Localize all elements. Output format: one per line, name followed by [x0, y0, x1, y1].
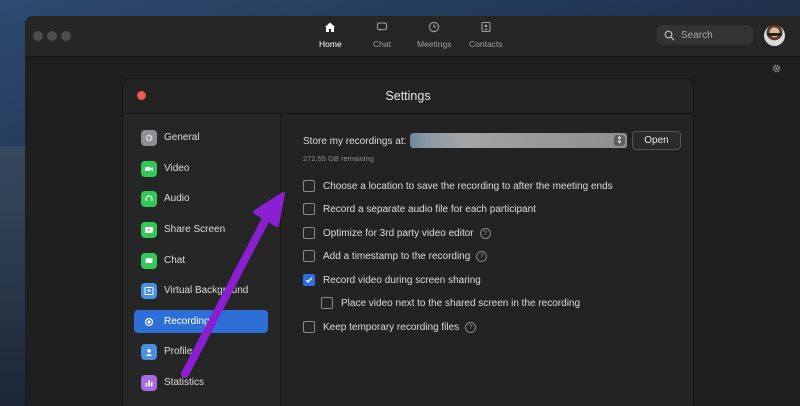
- chevron-updown-icon: ▴ ▾: [614, 134, 625, 146]
- headphones-icon: [141, 190, 157, 207]
- zoom-main-window: Home Chat Meetings Contacts Search Setti…: [25, 16, 800, 406]
- record-icon: [141, 313, 157, 330]
- store-recordings-label: Store my recordings at:: [303, 136, 407, 147]
- recording-option[interactable]: Optimize for 3rd party video editor?: [303, 226, 491, 240]
- person-background-icon: [141, 282, 157, 299]
- checkbox[interactable]: [303, 321, 315, 333]
- settings-gear-icon[interactable]: [771, 63, 782, 74]
- nav-home-label: Home: [319, 39, 342, 49]
- sidebar-item-label: General: [164, 132, 200, 143]
- chat-bubble-icon: [141, 252, 157, 269]
- clock-icon: [427, 20, 441, 34]
- avatar[interactable]: [764, 25, 785, 46]
- search-icon: [664, 30, 675, 40]
- nav-home[interactable]: Home: [319, 20, 342, 49]
- nav-chat-label: Chat: [373, 39, 391, 49]
- profile-icon: [141, 343, 157, 360]
- nav-meetings-label: Meetings: [417, 39, 452, 49]
- storage-remaining: 272.55 GB remaining: [303, 154, 374, 163]
- sidebar-item-label: Audio: [164, 193, 190, 204]
- minimize-window-button[interactable]: [47, 31, 57, 41]
- home-icon: [323, 20, 337, 34]
- search-input[interactable]: Search: [657, 25, 753, 45]
- recording-option-label: Optimize for 3rd party video editor: [323, 227, 474, 239]
- recording-option[interactable]: Add a timestamp to the recording?: [303, 249, 488, 263]
- recording-panel: Store my recordings at: ▴ ▾ Open 272.55 G…: [281, 114, 693, 406]
- sidebar-item-label: Profile: [164, 346, 193, 357]
- title-bar: Home Chat Meetings Contacts Search: [25, 16, 800, 57]
- sidebar-item-label: Chat: [164, 255, 186, 266]
- recording-option[interactable]: Choose a location to save the recording …: [303, 179, 613, 193]
- nav-contacts[interactable]: Contacts: [469, 20, 503, 49]
- sidebar-item-label: Virtual Background: [164, 285, 249, 296]
- checkbox[interactable]: [303, 180, 315, 192]
- sidebar-item-audio[interactable]: Audio: [134, 187, 268, 210]
- sidebar-item-profile[interactable]: Profile: [134, 340, 268, 363]
- recording-option[interactable]: Record video during screen sharing: [303, 273, 481, 287]
- sidebar-item-general[interactable]: General: [134, 126, 268, 149]
- recording-option[interactable]: Record a separate audio file for each pa…: [303, 202, 536, 216]
- sidebar-item-chat[interactable]: Chat: [134, 249, 268, 272]
- recording-option-label: Choose a location to save the recording …: [323, 180, 613, 192]
- checkmark-icon: [305, 277, 313, 284]
- nav-chat[interactable]: Chat: [373, 20, 391, 49]
- close-window-button[interactable]: [33, 31, 43, 41]
- checkbox[interactable]: [303, 250, 315, 262]
- nav-meetings[interactable]: Meetings: [417, 20, 452, 49]
- sidebar-item-label: Recording: [164, 316, 210, 327]
- sidebar-item-video[interactable]: Video: [134, 157, 268, 180]
- contacts-icon: [479, 20, 493, 34]
- search-placeholder: Search: [681, 29, 713, 41]
- help-icon[interactable]: ?: [465, 321, 477, 333]
- sidebar-item-label: Statistics: [164, 377, 205, 388]
- recording-option-label: Keep temporary recording files: [323, 321, 460, 333]
- open-button[interactable]: Open: [632, 131, 681, 150]
- checkbox[interactable]: [321, 297, 333, 309]
- gear-icon: [141, 129, 157, 146]
- dialog-title: Settings: [385, 89, 431, 103]
- nav-contacts-label: Contacts: [469, 39, 503, 49]
- sidebar-item-label: Share Screen: [164, 224, 226, 235]
- sidebar-item-statistics[interactable]: Statistics: [134, 371, 268, 394]
- recording-option-label: Add a timestamp to the recording: [323, 250, 471, 262]
- sidebar-item-virtual-background[interactable]: Virtual Background: [134, 279, 268, 302]
- sidebar-item-label: Video: [164, 163, 190, 174]
- settings-dialog: Settings General Video Audio Share Screen Ch…: [122, 78, 694, 406]
- statistics-icon: [141, 374, 157, 391]
- zoom-window-button[interactable]: [61, 31, 71, 41]
- share-screen-icon: [141, 221, 157, 238]
- video-camera-icon: [141, 160, 157, 177]
- checkbox[interactable]: [303, 203, 315, 215]
- help-icon[interactable]: ?: [476, 250, 488, 262]
- checkbox[interactable]: [303, 227, 315, 239]
- recording-option-label: Record a separate audio file for each pa…: [323, 203, 536, 215]
- recording-option[interactable]: Keep temporary recording files?: [303, 320, 477, 334]
- settings-sidebar: General Video Audio Share Screen Chat Virtual…: [123, 114, 281, 406]
- checkbox-checked[interactable]: [303, 274, 315, 286]
- sidebar-item-share-screen[interactable]: Share Screen: [134, 218, 268, 241]
- recording-option-label: Place video next to the shared screen in…: [341, 297, 581, 309]
- recording-option-label: Record video during screen sharing: [323, 274, 481, 286]
- chat-icon: [375, 20, 389, 34]
- sidebar-item-recording[interactable]: Recording: [134, 310, 268, 333]
- recording-option[interactable]: Place video next to the shared screen in…: [321, 296, 580, 310]
- recording-location-select[interactable]: ▴ ▾: [410, 133, 627, 148]
- help-icon[interactable]: ?: [479, 227, 491, 239]
